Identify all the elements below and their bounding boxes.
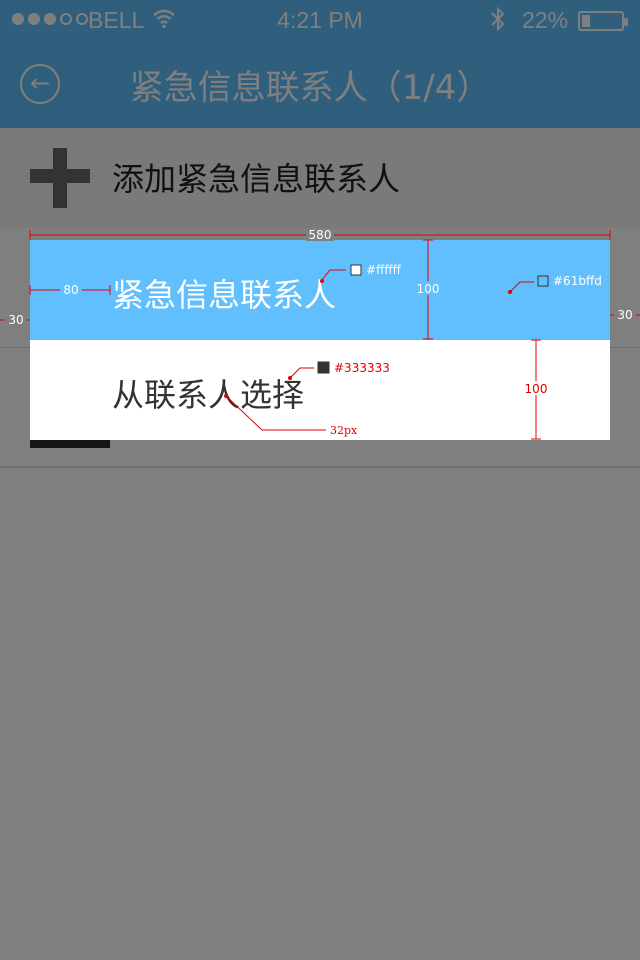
row-height-label: 100 <box>525 382 548 396</box>
callout-leader <box>321 269 346 281</box>
color-swatch-text <box>317 361 330 374</box>
callout-dot <box>320 279 324 283</box>
margin-right-label: 30 <box>617 308 632 322</box>
color-label-blue: #61bffd <box>553 274 602 288</box>
callout-leader <box>509 281 534 293</box>
color-label-white: #ffffff <box>366 263 402 277</box>
callout-dot <box>288 376 292 380</box>
callout-dot <box>224 394 228 398</box>
callout-leader <box>225 395 326 431</box>
margin-left-label: 30 <box>8 313 23 327</box>
callout-leader <box>289 367 314 379</box>
color-swatch-white <box>350 264 362 276</box>
color-swatch-blue <box>537 275 549 287</box>
color-label-text: #333333 <box>334 361 390 375</box>
width-label: 580 <box>309 228 332 242</box>
row-height-label: 100 <box>417 282 440 296</box>
callout-dot <box>508 290 512 294</box>
redline-annotations: 580 80 100 100 30 30 #ffffff #61bffd #33… <box>0 228 640 440</box>
font-size-label: 32px <box>330 424 358 437</box>
indent-label: 80 <box>63 283 78 297</box>
